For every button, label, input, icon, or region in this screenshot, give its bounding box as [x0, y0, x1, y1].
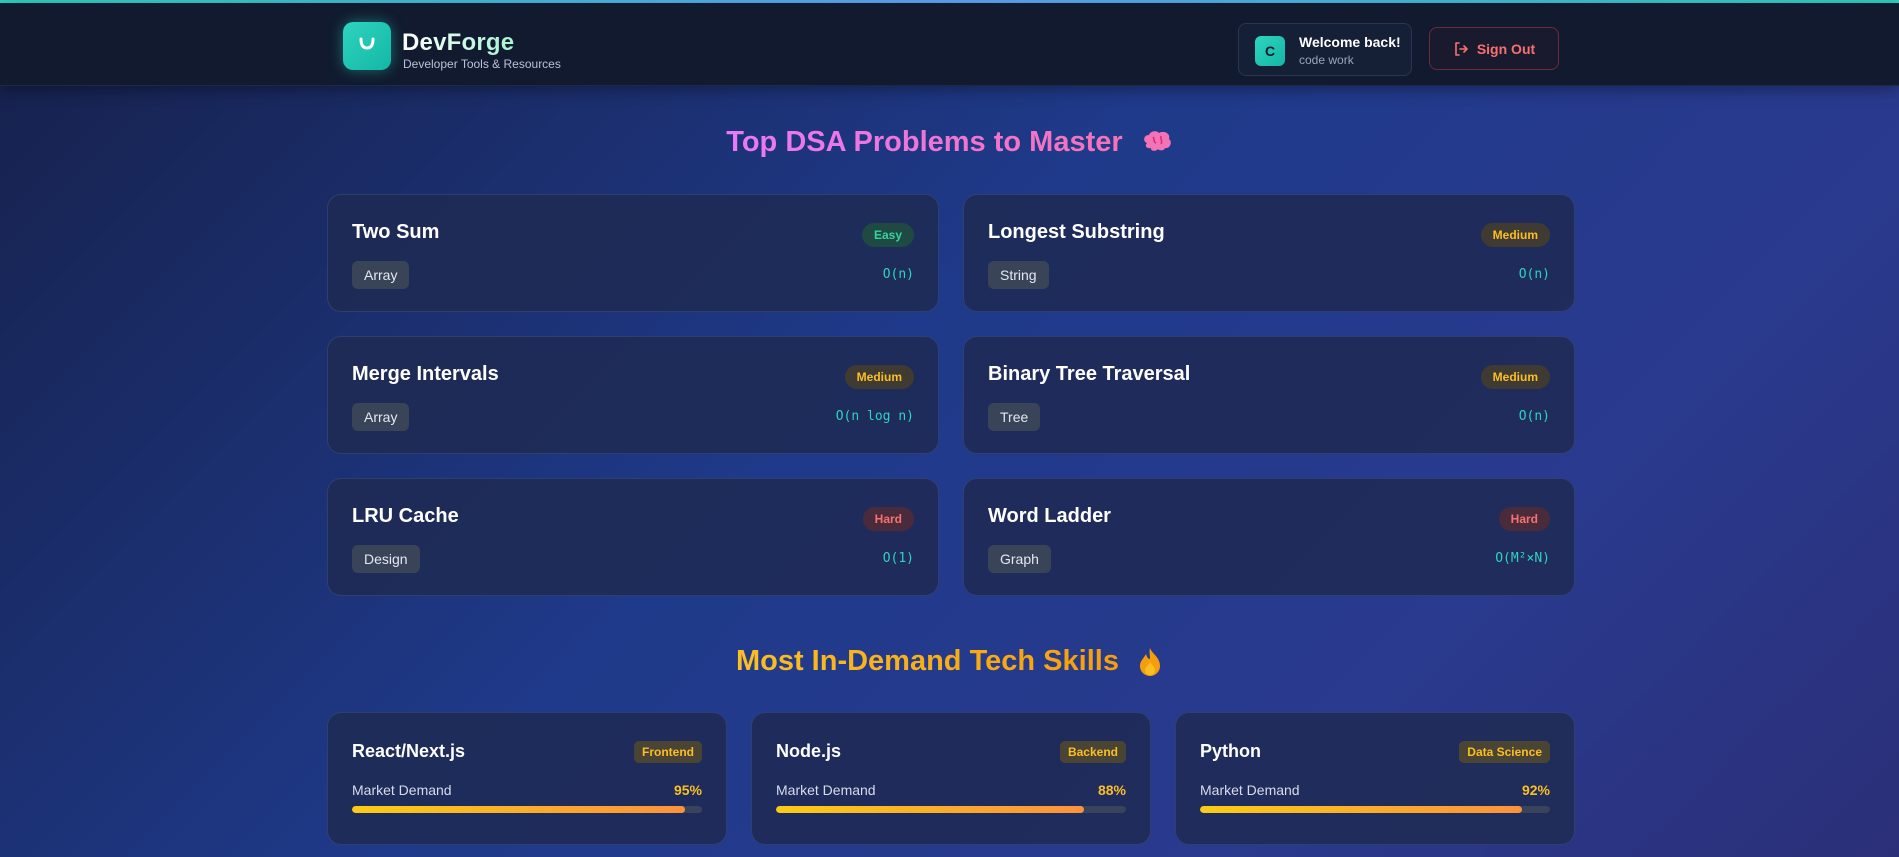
- problem-card[interactable]: Two Sum Easy Array O(n): [327, 194, 939, 312]
- market-demand-value: 95%: [673, 782, 702, 798]
- skill-title: React/Next.js: [352, 741, 466, 761]
- dsa-title-text: Top DSA Problems to Master: [726, 126, 1123, 158]
- demand-progress-bar: [352, 806, 702, 813]
- time-complexity: O(n): [882, 267, 914, 282]
- market-demand-label: Market Demand: [776, 782, 876, 798]
- problem-title: Word Ladder: [988, 505, 1111, 527]
- topic-tag: Array: [352, 403, 410, 431]
- time-complexity: O(1): [882, 551, 914, 566]
- demand-progress-fill: [352, 806, 685, 813]
- user-info: C Welcome back! code work: [1238, 23, 1412, 76]
- demand-progress-bar: [776, 806, 1126, 813]
- topic-tag: Design: [352, 545, 420, 573]
- time-complexity: O(M²×N): [1495, 551, 1550, 566]
- market-demand-label: Market Demand: [352, 782, 452, 798]
- sign-out-icon: [1455, 41, 1468, 56]
- skills-section-title: Most In-Demand Tech Skills: [0, 645, 1899, 678]
- smile-icon: [359, 37, 375, 50]
- demand-progress-fill: [1200, 806, 1522, 813]
- problem-card[interactable]: LRU Cache Hard Design O(1): [327, 478, 939, 596]
- difficulty-badge: Hard: [1498, 507, 1550, 531]
- difficulty-badge: Medium: [844, 365, 914, 389]
- difficulty-badge: Easy: [861, 223, 914, 247]
- skill-card[interactable]: React/Next.js Frontend Market Demand 95%: [327, 712, 727, 845]
- difficulty-badge: Medium: [1480, 365, 1550, 389]
- category-badge: Data Science: [1459, 741, 1550, 763]
- problem-card[interactable]: Longest Substring Medium String O(n): [963, 194, 1575, 312]
- difficulty-badge: Hard: [862, 507, 914, 531]
- problem-title: Longest Substring: [988, 221, 1165, 243]
- topic-tag: String: [988, 261, 1049, 289]
- welcome-text: Welcome back!: [1299, 34, 1401, 50]
- dsa-section-title: Top DSA Problems to Master: [0, 126, 1899, 159]
- skill-card[interactable]: Python Data Science Market Demand 92%: [1175, 712, 1575, 845]
- topic-tag: Tree: [988, 403, 1041, 431]
- market-demand-value: 88%: [1097, 782, 1126, 798]
- topic-tag: Graph: [988, 545, 1051, 573]
- time-complexity: O(n): [1518, 409, 1550, 424]
- category-badge: Backend: [1059, 741, 1126, 763]
- problem-title: Two Sum: [352, 221, 440, 243]
- category-badge: Frontend: [634, 741, 702, 763]
- skill-title: Python: [1200, 741, 1261, 761]
- time-complexity: O(n log n): [835, 409, 914, 424]
- demand-progress-fill: [776, 806, 1084, 813]
- problem-title: LRU Cache: [352, 505, 459, 527]
- market-demand-label: Market Demand: [1200, 782, 1300, 798]
- logo[interactable]: [343, 22, 391, 70]
- brain-icon: [1143, 131, 1171, 152]
- market-demand-value: 92%: [1521, 782, 1550, 798]
- brand-name: DevForge: [402, 29, 515, 56]
- problem-title: Merge Intervals: [352, 363, 499, 385]
- avatar: C: [1255, 36, 1285, 66]
- skill-title: Node.js: [776, 741, 842, 761]
- time-complexity: O(n): [1518, 267, 1550, 282]
- problem-card[interactable]: Word Ladder Hard Graph O(M²×N): [963, 478, 1575, 596]
- sign-out-label: Sign Out: [1476, 40, 1536, 57]
- fire-icon: [1140, 648, 1161, 677]
- topic-tag: Array: [352, 261, 410, 289]
- skill-card[interactable]: Node.js Backend Market Demand 88%: [751, 712, 1151, 845]
- skills-title-text: Most In-Demand Tech Skills: [735, 645, 1119, 677]
- problem-card[interactable]: Merge Intervals Medium Array O(n log n): [327, 336, 939, 454]
- username: code work: [1299, 53, 1354, 67]
- problem-title: Binary Tree Traversal: [988, 363, 1191, 385]
- app-header: DevForge Developer Tools & Resources C W…: [0, 3, 1899, 86]
- problem-card[interactable]: Binary Tree Traversal Medium Tree O(n): [963, 336, 1575, 454]
- sign-out-button[interactable]: Sign Out: [1429, 27, 1559, 70]
- demand-progress-bar: [1200, 806, 1550, 813]
- difficulty-badge: Medium: [1480, 223, 1550, 247]
- brand-subtitle: Developer Tools & Resources: [403, 57, 561, 71]
